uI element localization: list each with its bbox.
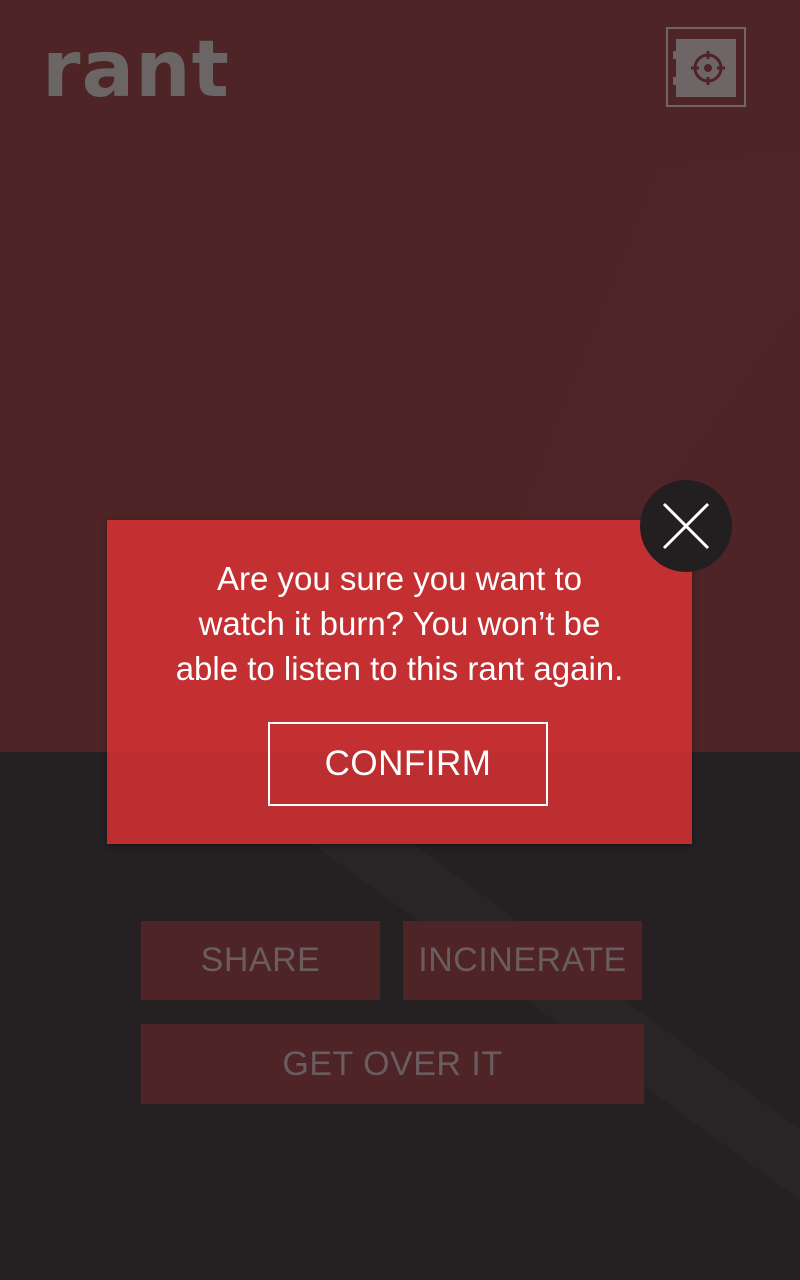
close-dialog-button[interactable] <box>640 480 732 572</box>
safe-icon <box>673 39 736 97</box>
confirm-button[interactable]: CONFIRM <box>268 722 548 806</box>
share-button[interactable]: SHARE <box>141 921 380 1000</box>
app-screen: rant SHARE INCINERATE GET OVER IT Are yo… <box>0 0 800 1280</box>
dialog-message: Are you sure you want to watch it burn? … <box>175 560 624 687</box>
get-over-it-button[interactable]: GET OVER IT <box>141 1024 644 1104</box>
incinerate-button[interactable]: INCINERATE <box>403 921 642 1000</box>
confirm-dialog: Are you sure you want to watch it burn? … <box>107 520 692 844</box>
app-logo: rant <box>42 25 230 115</box>
safe-button[interactable] <box>666 27 746 107</box>
close-icon <box>662 502 710 550</box>
